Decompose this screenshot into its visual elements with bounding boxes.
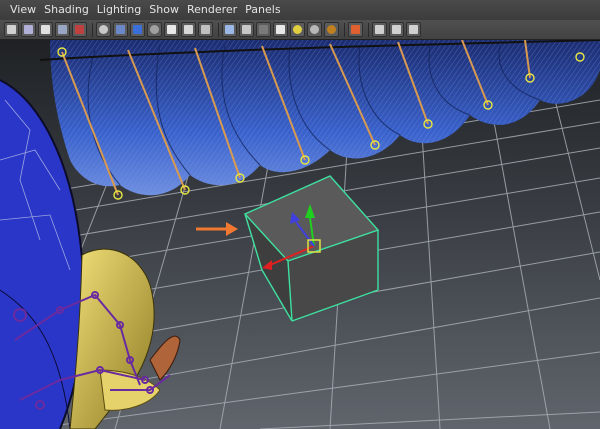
bounding-box-icon[interactable] <box>147 22 162 37</box>
menu-bar: View Shading Lighting Show Renderer Pane… <box>0 0 600 20</box>
xray-active-icon[interactable] <box>372 22 387 37</box>
menu-show[interactable]: Show <box>145 0 183 20</box>
panel-toolbar <box>0 20 600 40</box>
camera-attributes-icon[interactable] <box>4 22 19 37</box>
isolate-object-icon[interactable] <box>348 22 363 37</box>
wireframe-icon[interactable] <box>96 22 111 37</box>
sphere-light-icon[interactable] <box>324 22 339 37</box>
toolbar-separator <box>218 22 219 37</box>
3d-viewport[interactable] <box>0 40 600 429</box>
resolution-gate-icon[interactable] <box>256 22 271 37</box>
smooth-shade-icon[interactable] <box>113 22 128 37</box>
menu-shading[interactable]: Shading <box>40 0 93 20</box>
viewport-scene[interactable] <box>0 40 600 429</box>
bookmark-icon[interactable] <box>21 22 36 37</box>
xray-joints-icon[interactable] <box>239 22 254 37</box>
xray-icon[interactable] <box>72 22 87 37</box>
use-all-lights-icon[interactable] <box>181 22 196 37</box>
menu-lighting[interactable]: Lighting <box>93 0 145 20</box>
shadows-icon[interactable] <box>198 22 213 37</box>
gate-mask-icon[interactable] <box>273 22 288 37</box>
menu-view[interactable]: View <box>6 0 40 20</box>
isolate-select-icon[interactable] <box>222 22 237 37</box>
toolbar-separator <box>368 22 369 37</box>
menu-renderer[interactable]: Renderer <box>183 0 241 20</box>
duplicate-icon[interactable] <box>389 22 404 37</box>
default-material-icon[interactable] <box>130 22 145 37</box>
textured-icon[interactable] <box>164 22 179 37</box>
toolbar-separator <box>344 22 345 37</box>
grid-icon[interactable] <box>55 22 70 37</box>
toolbar-separator <box>92 22 93 37</box>
default-light-icon[interactable] <box>307 22 322 37</box>
safe-action-icon[interactable] <box>290 22 305 37</box>
menu-panels[interactable]: Panels <box>241 0 284 20</box>
image-plane-icon[interactable] <box>38 22 53 37</box>
texture-icon[interactable] <box>406 22 421 37</box>
